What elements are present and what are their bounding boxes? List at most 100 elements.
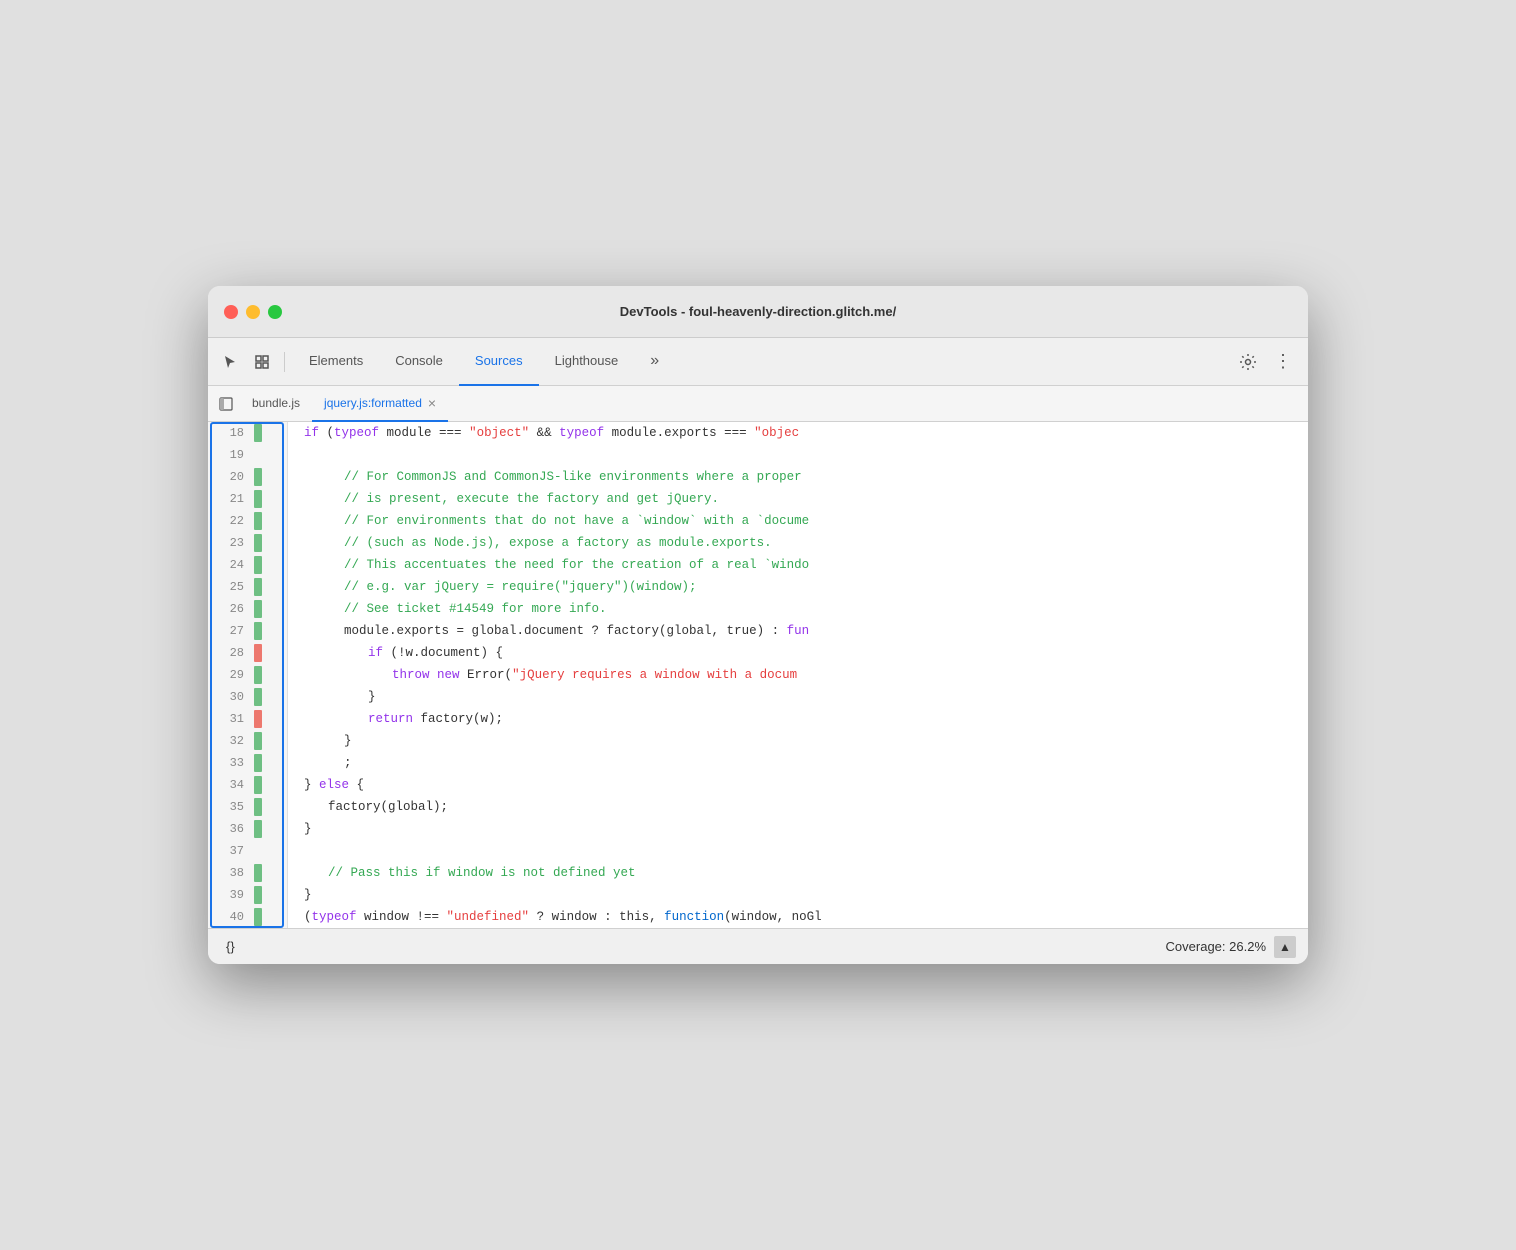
line-row: 40 [208, 906, 287, 928]
menu-dots-icon[interactable]: ⋮ [1266, 347, 1300, 376]
line-row: 30 [208, 686, 287, 708]
code-line-25: // e.g. var jQuery = require("jquery")(w… [296, 576, 1300, 598]
code-line-27: module.exports = global.document ? facto… [296, 620, 1300, 642]
coverage-text: Coverage: 26.2% [1166, 939, 1266, 954]
code-line-34: } else { [296, 774, 1300, 796]
traffic-lights [224, 305, 282, 319]
toolbar-separator [284, 352, 285, 372]
coverage-indicator [254, 842, 262, 860]
editor-area: 18 19 20 21 [208, 422, 1308, 928]
file-tabs-bar: bundle.js jquery.js:formatted × [208, 386, 1308, 422]
code-line-32: } [296, 730, 1300, 752]
line-row: 27 [208, 620, 287, 642]
line-row: 31 [208, 708, 287, 730]
coverage-indicator [254, 534, 262, 552]
line-numbers: 18 19 20 21 [208, 422, 287, 928]
code-line-21: // is present, execute the factory and g… [296, 488, 1300, 510]
coverage-indicator [254, 798, 262, 816]
cursor-tool-icon[interactable] [216, 348, 244, 376]
line-row: 37 [208, 840, 287, 862]
coverage-indicator [254, 424, 262, 442]
devtools-tabs: Elements Console Sources Lighthouse » [293, 338, 1230, 386]
toolbar-right-controls: ⋮ [1234, 347, 1300, 376]
code-line-38: // Pass this if window is not defined ye… [296, 862, 1300, 884]
code-line-29: throw new Error("jQuery requires a windo… [296, 664, 1300, 686]
code-line-22: // For environments that do not have a `… [296, 510, 1300, 532]
tab-elements[interactable]: Elements [293, 338, 379, 386]
coverage-indicator [254, 600, 262, 618]
line-row: 22 [208, 510, 287, 532]
line-row: 26 [208, 598, 287, 620]
line-row: 35 [208, 796, 287, 818]
close-button[interactable] [224, 305, 238, 319]
coverage-indicator [254, 644, 262, 662]
coverage-indicator [254, 666, 262, 684]
coverage-indicator [254, 622, 262, 640]
code-line-28: if (!w.document) { [296, 642, 1300, 664]
line-row: 23 [208, 532, 287, 554]
line-gutter: 18 19 20 21 [208, 422, 288, 928]
coverage-indicator [254, 556, 262, 574]
code-line-19 [296, 444, 1300, 466]
coverage-indicator [254, 864, 262, 882]
sidebar-toggle-icon[interactable] [212, 390, 240, 418]
close-tab-icon[interactable]: × [428, 395, 436, 411]
main-toolbar: Elements Console Sources Lighthouse » ⋮ [208, 338, 1308, 386]
file-tab-bundle[interactable]: bundle.js [240, 386, 312, 422]
code-line-37 [296, 840, 1300, 862]
tab-lighthouse[interactable]: Lighthouse [539, 338, 635, 386]
window-title: DevTools - foul-heavenly-direction.glitc… [620, 304, 896, 319]
titlebar: DevTools - foul-heavenly-direction.glitc… [208, 286, 1308, 338]
code-line-23: // (such as Node.js), expose a factory a… [296, 532, 1300, 554]
inspect-icon[interactable] [248, 348, 276, 376]
coverage-indicator [254, 754, 262, 772]
line-row: 28 [208, 642, 287, 664]
maximize-button[interactable] [268, 305, 282, 319]
minimize-button[interactable] [246, 305, 260, 319]
line-row: 18 [208, 422, 287, 444]
line-row: 25 [208, 576, 287, 598]
tab-more[interactable]: » [634, 338, 675, 386]
line-row: 29 [208, 664, 287, 686]
code-line-35: factory(global); [296, 796, 1300, 818]
settings-icon[interactable] [1234, 348, 1262, 376]
format-button[interactable]: {} [220, 937, 241, 956]
tab-sources[interactable]: Sources [459, 338, 539, 386]
line-row: 32 [208, 730, 287, 752]
line-row: 34 [208, 774, 287, 796]
code-line-36: } [296, 818, 1300, 840]
code-lines: if (typeof module === "object" && typeof… [296, 422, 1300, 928]
coverage-indicator [254, 820, 262, 838]
scroll-up-button[interactable]: ▲ [1274, 936, 1296, 958]
line-row: 21 [208, 488, 287, 510]
coverage-indicator [254, 688, 262, 706]
code-line-20: // For CommonJS and CommonJS-like enviro… [296, 466, 1300, 488]
coverage-indicator [254, 710, 262, 728]
devtools-window: DevTools - foul-heavenly-direction.glitc… [208, 286, 1308, 964]
code-line-24: // This accentuates the need for the cre… [296, 554, 1300, 576]
coverage-indicator [254, 886, 262, 904]
code-line-26: // See ticket #14549 for more info. [296, 598, 1300, 620]
coverage-indicator [254, 512, 262, 530]
coverage-indicator [254, 908, 262, 926]
code-line-31: return factory(w); [296, 708, 1300, 730]
coverage-indicator [254, 446, 262, 464]
statusbar-right: Coverage: 26.2% ▲ [1166, 936, 1296, 958]
code-line-33: ; [296, 752, 1300, 774]
code-line-39: } [296, 884, 1300, 906]
line-row: 39 [208, 884, 287, 906]
file-tab-jquery-formatted[interactable]: jquery.js:formatted × [312, 386, 448, 422]
coverage-indicator [254, 468, 262, 486]
code-editor[interactable]: if (typeof module === "object" && typeof… [288, 422, 1308, 928]
coverage-indicator [254, 732, 262, 750]
code-line-40: (typeof window !== "undefined" ? window … [296, 906, 1300, 928]
line-row: 38 [208, 862, 287, 884]
line-row: 36 [208, 818, 287, 840]
line-row: 20 [208, 466, 287, 488]
coverage-indicator [254, 578, 262, 596]
statusbar: {} Coverage: 26.2% ▲ [208, 928, 1308, 964]
code-line-30: } [296, 686, 1300, 708]
coverage-indicator [254, 776, 262, 794]
statusbar-left: {} [220, 937, 241, 956]
tab-console[interactable]: Console [379, 338, 459, 386]
